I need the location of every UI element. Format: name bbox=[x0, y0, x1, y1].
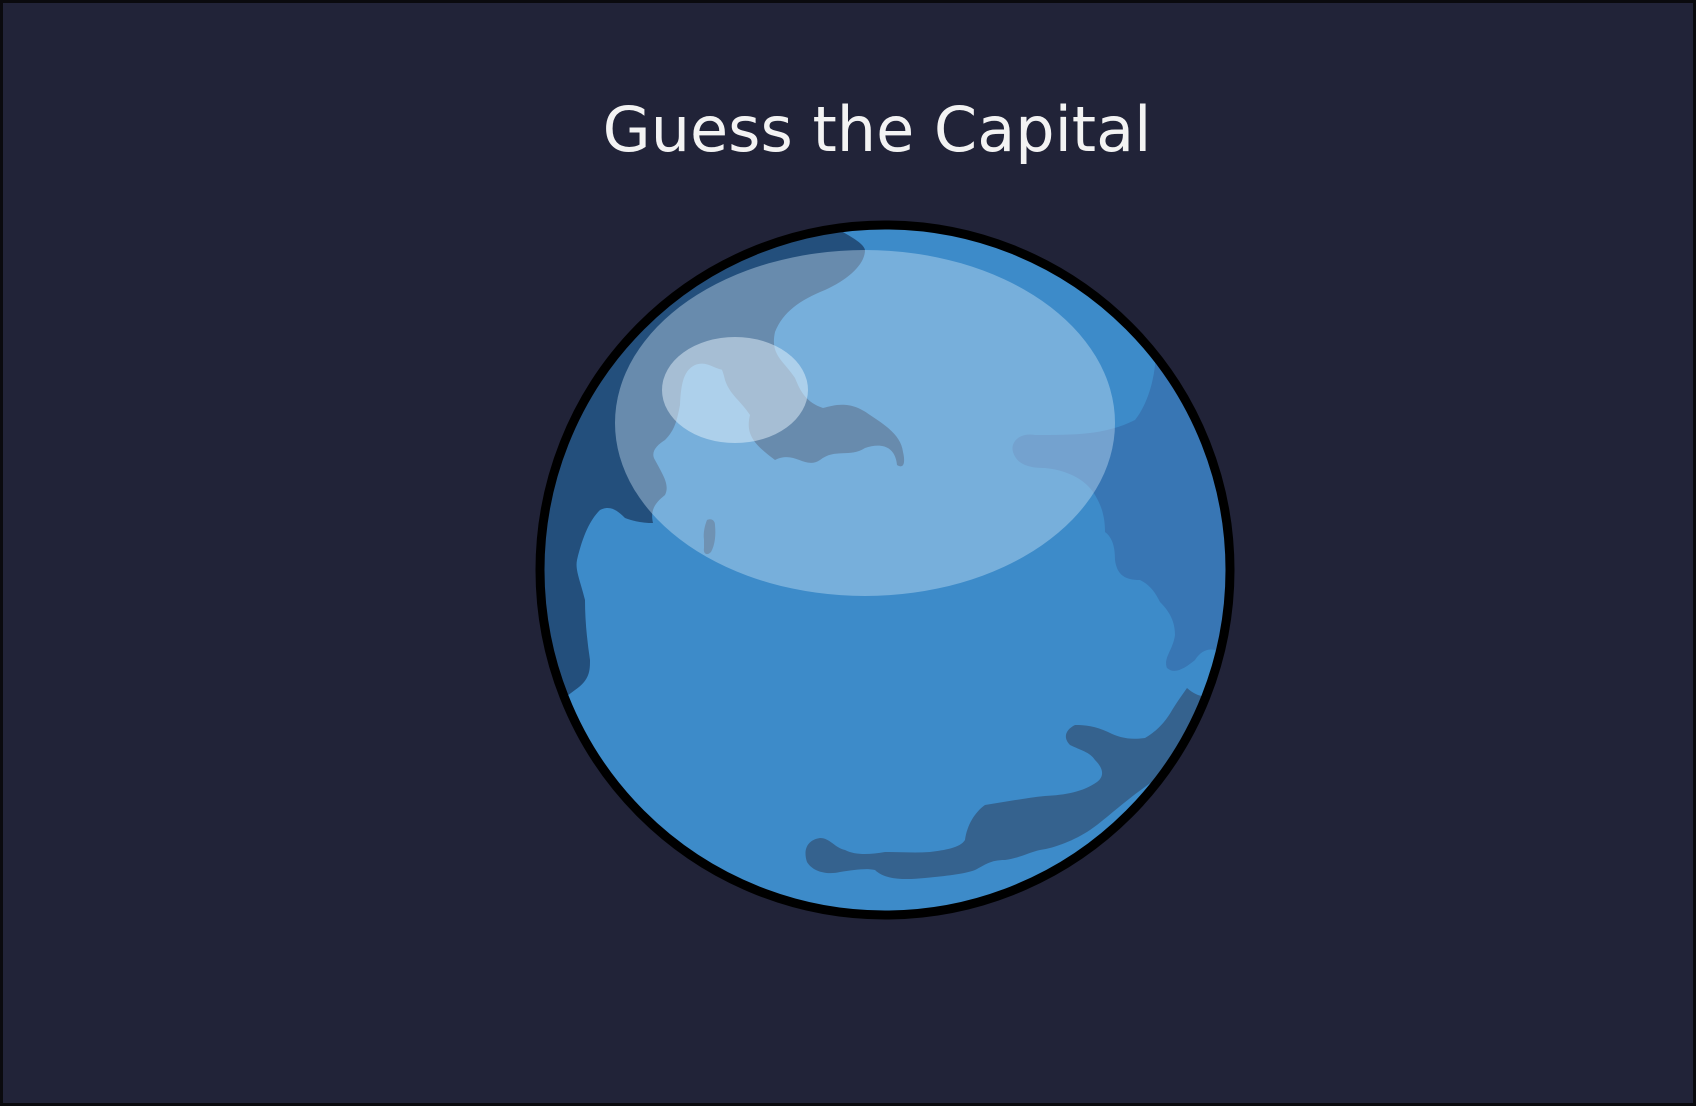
game-screen: Guess the Capital bbox=[0, 0, 1696, 1106]
globe-icon[interactable] bbox=[535, 220, 1235, 920]
globe-shine bbox=[662, 337, 808, 443]
game-title: Guess the Capital bbox=[602, 93, 1152, 166]
